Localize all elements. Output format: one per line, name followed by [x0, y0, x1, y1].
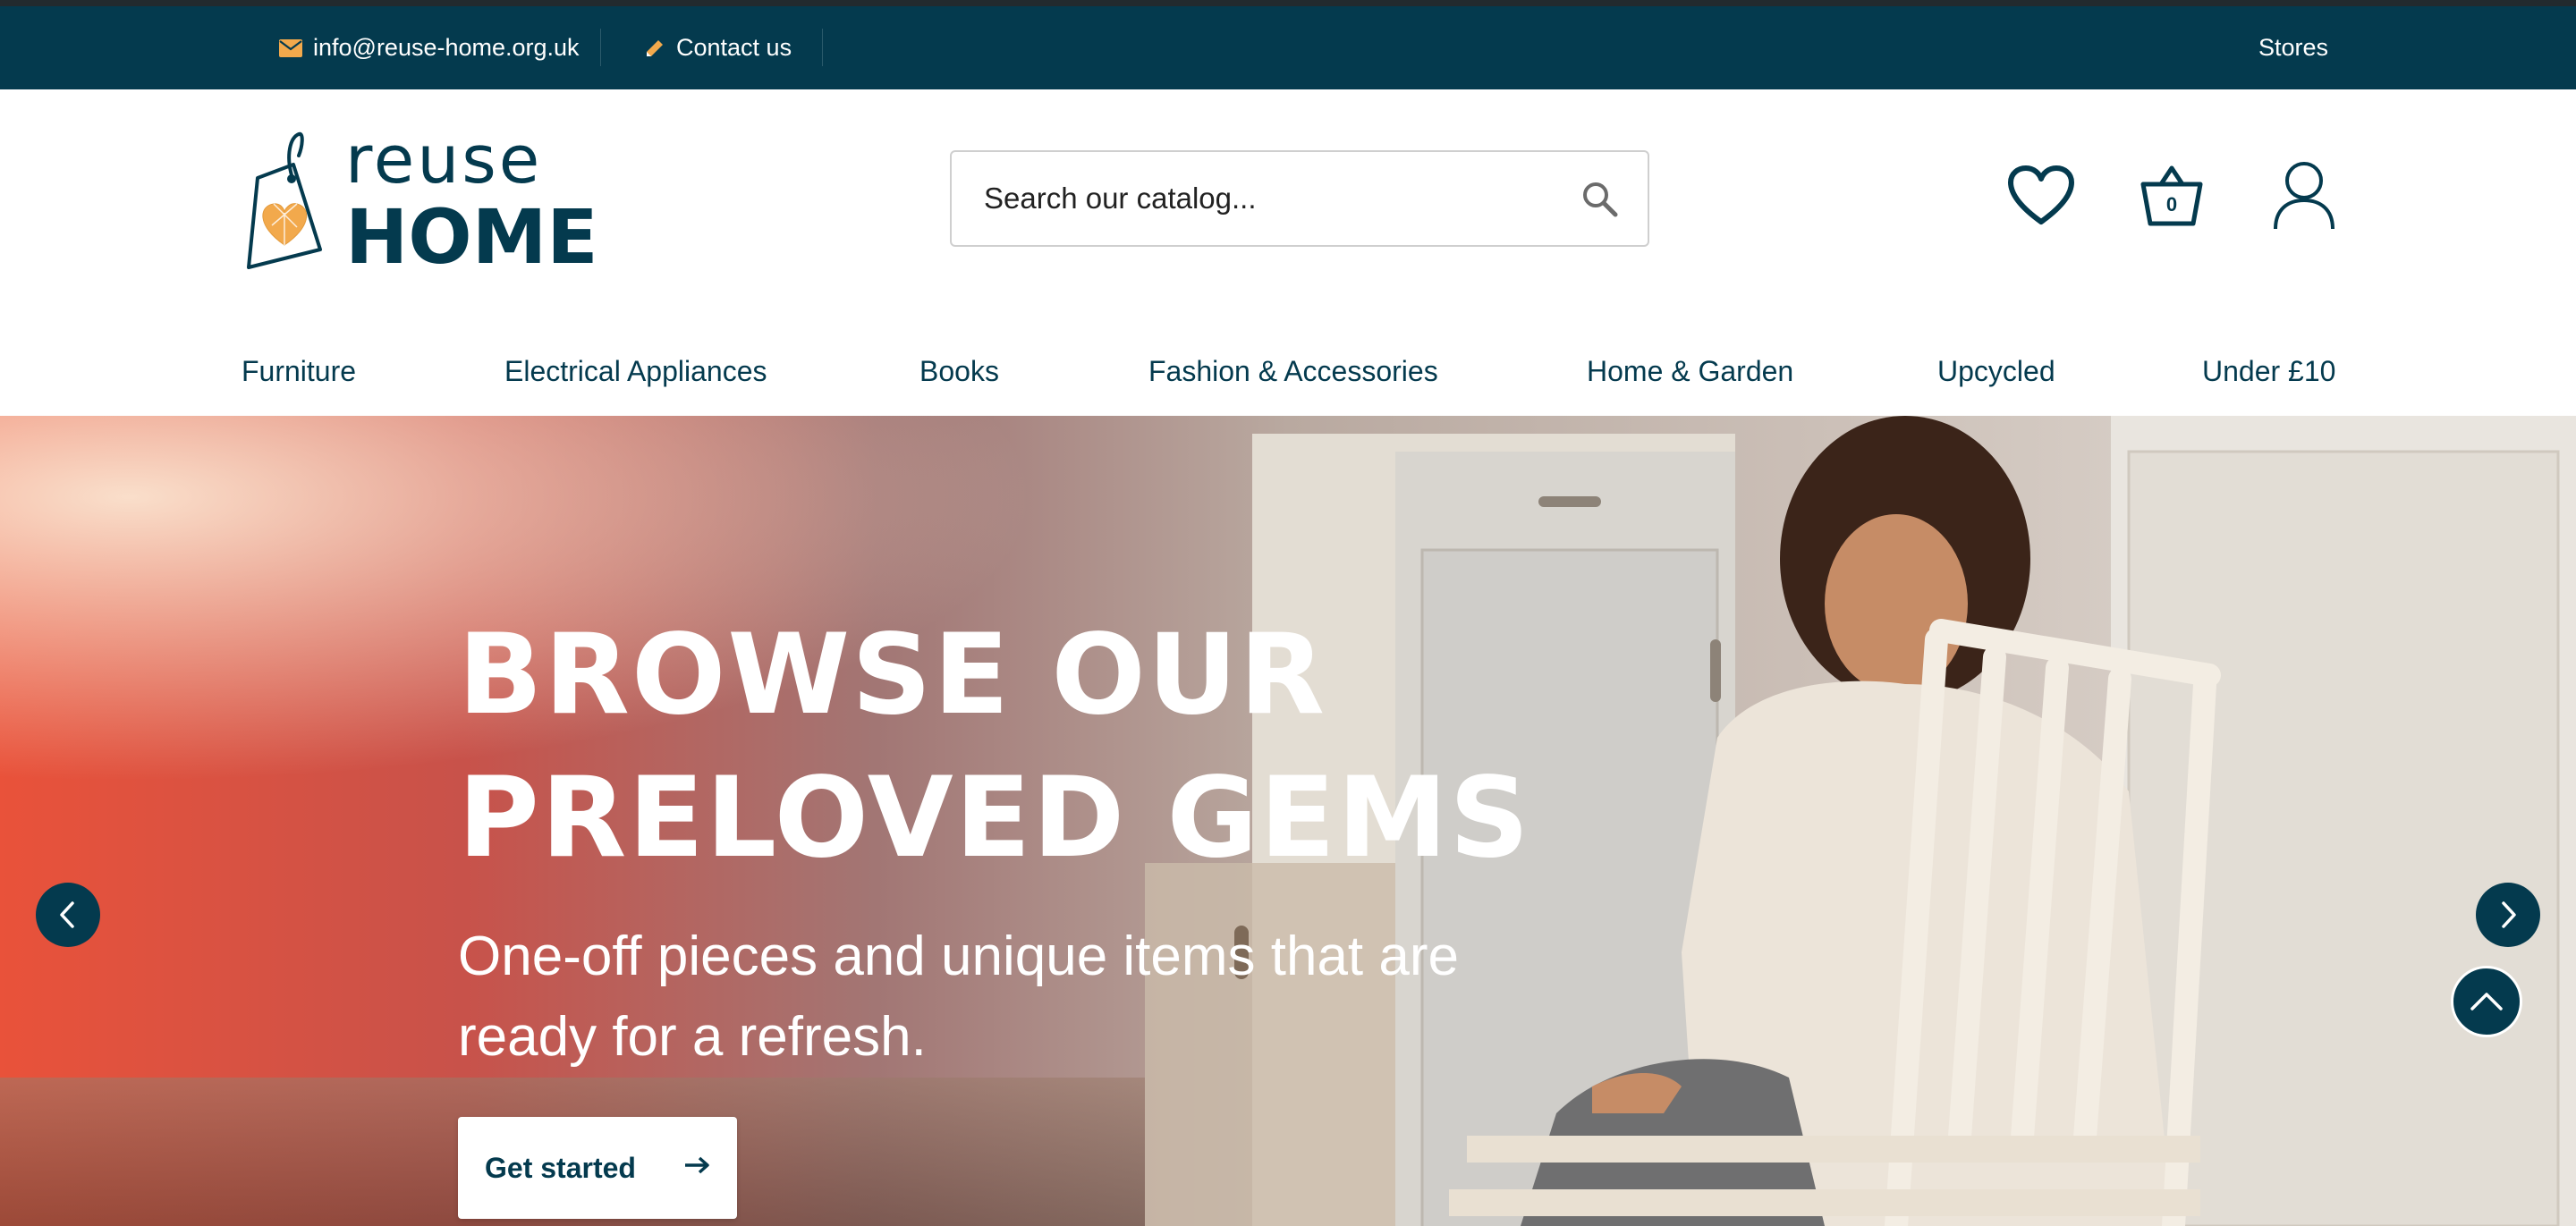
nav-item-fashion-accessories[interactable]: Fashion & Accessories: [1148, 326, 1438, 416]
user-icon: [2274, 162, 2334, 230]
pencil-icon: [647, 39, 663, 56]
chevron-right-icon: [2502, 901, 2516, 928]
nav-item-books[interactable]: Books: [919, 326, 999, 416]
top-bar: info@reuse-home.org.uk Contact us Stores: [0, 0, 2576, 89]
stores-text: Stores: [2258, 34, 2329, 61]
chevron-left-icon: [60, 901, 74, 928]
cart-button[interactable]: 0: [2138, 161, 2206, 229]
search-input[interactable]: [982, 152, 1555, 245]
hero-banner: BROWSE OUR PRELOVED GEMS One-off pieces …: [0, 416, 2576, 1226]
search-button[interactable]: [1580, 179, 1621, 220]
scroll-to-top-button[interactable]: [2451, 966, 2522, 1037]
heart-icon: [2008, 165, 2074, 224]
nav-item-under-10[interactable]: Under £10: [2202, 326, 2335, 416]
cart-count: 0: [2165, 193, 2178, 216]
account-button[interactable]: [2270, 159, 2338, 235]
chevron-up-icon: [2470, 993, 2503, 1010]
envelope-icon: [279, 38, 302, 57]
nav-item-home-garden[interactable]: Home & Garden: [1587, 326, 1793, 416]
get-started-label: Get started: [485, 1151, 636, 1184]
divider: [600, 29, 601, 66]
contact-text: Contact us: [676, 34, 792, 61]
stores-link[interactable]: Stores: [2258, 6, 2328, 89]
get-started-button[interactable]: Get started: [458, 1117, 737, 1219]
email-text: info@reuse-home.org.uk: [313, 34, 580, 61]
divider: [822, 29, 823, 66]
reuse-home-logo[interactable]: reuse HOME: [240, 122, 598, 281]
carousel-next-button[interactable]: [2476, 883, 2540, 947]
hero-title-line2: PRELOVED GEMS: [458, 754, 1531, 883]
email-link[interactable]: info@reuse-home.org.uk: [279, 6, 580, 89]
logo-graphic: reuse HOME: [247, 122, 598, 281]
magnifier-icon: [1583, 182, 1618, 217]
carousel-prev-button[interactable]: [36, 883, 100, 947]
nav-item-furniture[interactable]: Furniture: [242, 326, 356, 416]
arrow-right-icon: [685, 1156, 709, 1174]
logo-word-home: HOME: [345, 193, 597, 272]
hero-subtitle: One-off pieces and unique items that are…: [458, 926, 1459, 1068]
contact-link[interactable]: Contact us: [644, 6, 792, 89]
wishlist-button[interactable]: [2007, 165, 2075, 232]
logo-word-reuse: reuse: [345, 129, 542, 199]
hero-title: BROWSE OUR PRELOVED GEMS: [458, 604, 1531, 890]
nav-item-electrical-appliances[interactable]: Electrical Appliances: [504, 326, 767, 416]
search-box: [950, 150, 1649, 247]
main-nav: Furniture Electrical Appliances Books Fa…: [0, 326, 2576, 416]
nav-item-upcycled[interactable]: Upcycled: [1937, 326, 2055, 416]
hero-title-line1: BROWSE OUR: [458, 611, 1326, 740]
